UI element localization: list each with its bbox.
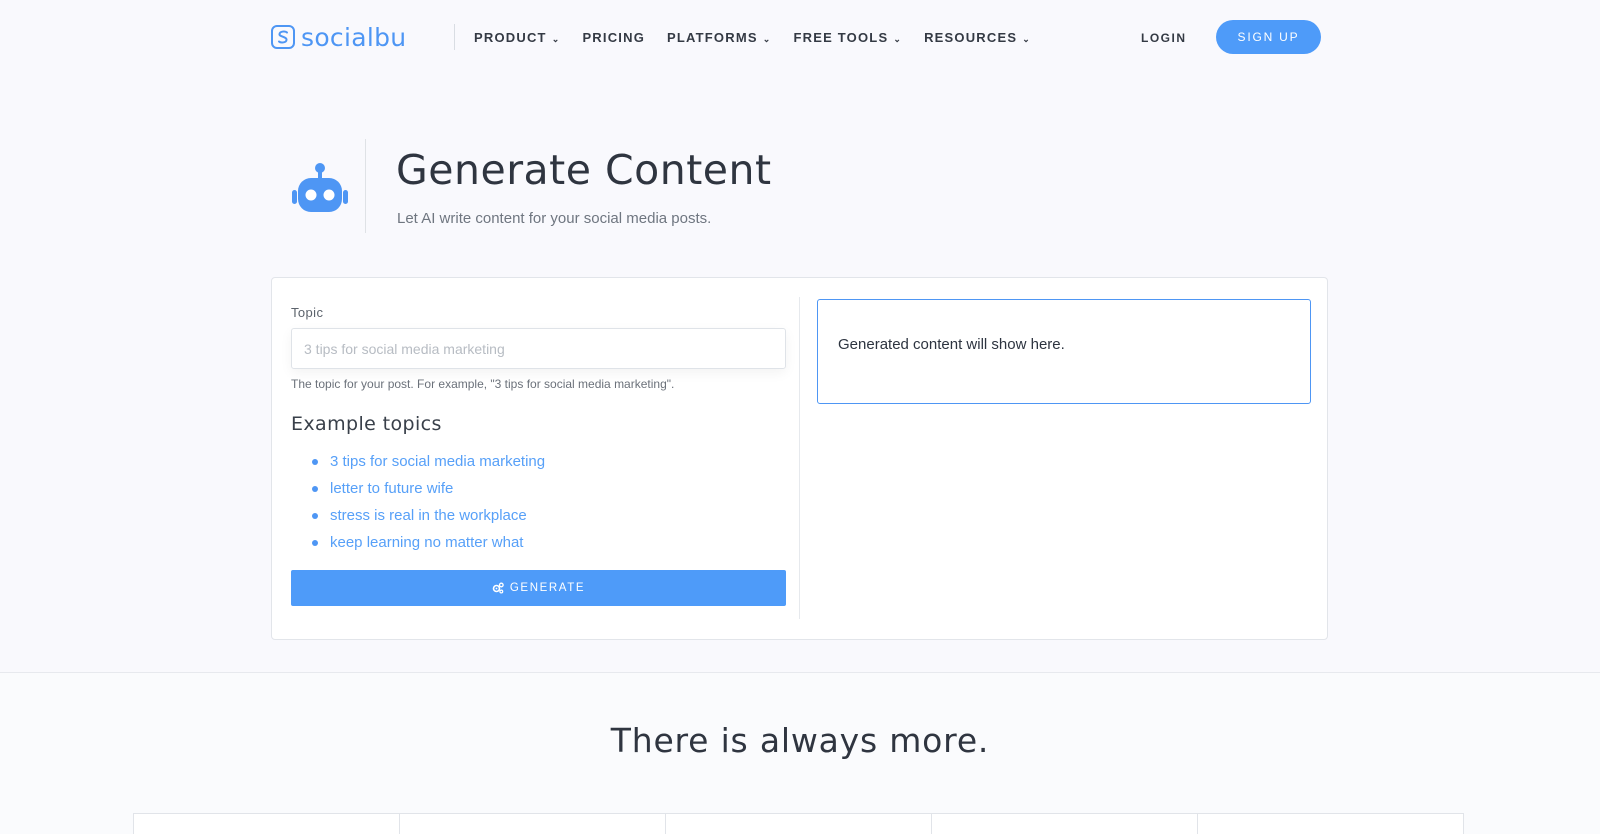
sign-up-button[interactable]: SIGN UP: [1216, 20, 1321, 54]
chevron-down-icon: ⌄: [1022, 34, 1031, 44]
generate-button-label: GENERATE: [509, 582, 586, 594]
feature-tiles: [133, 813, 1464, 834]
bullet-icon: [312, 458, 318, 465]
menu-item-pricing[interactable]: PRICING: [582, 30, 645, 45]
bullet-icon: [312, 512, 318, 519]
more-section-title: There is always more.: [610, 721, 990, 760]
bullet-icon: [312, 485, 318, 492]
nav-divider: [454, 24, 455, 50]
cogs-icon: [492, 582, 504, 594]
menu-item-label: FREE TOOLS: [793, 30, 889, 45]
generated-content-placeholder: Generated content will show here.: [838, 336, 1065, 353]
example-topic-label: 3 tips for social media marketing: [330, 453, 546, 470]
header-divider: [365, 139, 366, 233]
example-topic-link[interactable]: 3 tips for social media marketing: [312, 448, 545, 475]
socialbu-logo-icon: [271, 25, 295, 49]
logo[interactable]: socialbu: [271, 22, 406, 52]
example-topics-list: 3 tips for social media marketing letter…: [312, 448, 545, 556]
topic-help-text: The topic for your post. For example, "3…: [291, 377, 675, 391]
example-topic-link[interactable]: letter to future wife: [312, 475, 545, 502]
chevron-down-icon: ⌄: [762, 34, 772, 44]
generate-button[interactable]: GENERATE: [291, 570, 786, 606]
robot-icon: [292, 163, 348, 212]
page-title: Generate Content: [396, 146, 772, 194]
topic-input[interactable]: [291, 328, 786, 369]
example-topic-label: letter to future wife: [330, 480, 454, 497]
column-divider: [799, 297, 800, 619]
menu-item-label: RESOURCES: [924, 30, 1018, 45]
chevron-down-icon: ⌄: [893, 34, 903, 44]
example-topics-heading: Example topics: [291, 413, 442, 435]
menu-item-free-tools[interactable]: FREE TOOLS ⌄: [793, 30, 902, 45]
menu-item-label: PLATFORMS: [667, 30, 758, 45]
menu-item-resources[interactable]: RESOURCES ⌄: [924, 30, 1031, 45]
login-link[interactable]: LOGIN: [1141, 31, 1187, 45]
example-topic-label: stress is real in the workplace: [330, 507, 527, 524]
menu-item-product[interactable]: PRODUCT ⌄: [474, 30, 560, 45]
chevron-down-icon: ⌄: [551, 34, 561, 44]
menu-item-label: PRICING: [582, 30, 646, 45]
feature-tile[interactable]: [399, 813, 666, 834]
feature-tile[interactable]: [1197, 813, 1464, 834]
main-menu: PRODUCT ⌄ PRICING PLATFORMS ⌄ FREE TOOLS…: [474, 30, 1053, 45]
feature-tile[interactable]: [665, 813, 932, 834]
example-topic-label: keep learning no matter what: [330, 534, 524, 551]
menu-item-platforms[interactable]: PLATFORMS ⌄: [667, 30, 771, 45]
bullet-icon: [312, 539, 318, 546]
topic-label: Topic: [291, 305, 324, 320]
example-topic-link[interactable]: keep learning no matter what: [312, 529, 545, 556]
feature-tile[interactable]: [931, 813, 1198, 834]
top-nav: socialbu PRODUCT ⌄ PRICING PLATFORMS ⌄ F…: [0, 0, 1600, 76]
logo-text: socialbu: [301, 22, 407, 52]
example-topic-link[interactable]: stress is real in the workplace: [312, 502, 545, 529]
feature-tile[interactable]: [133, 813, 400, 834]
page-subtitle: Let AI write content for your social med…: [397, 210, 712, 227]
generated-content-box[interactable]: Generated content will show here.: [817, 299, 1311, 404]
menu-item-label: PRODUCT: [474, 30, 547, 45]
